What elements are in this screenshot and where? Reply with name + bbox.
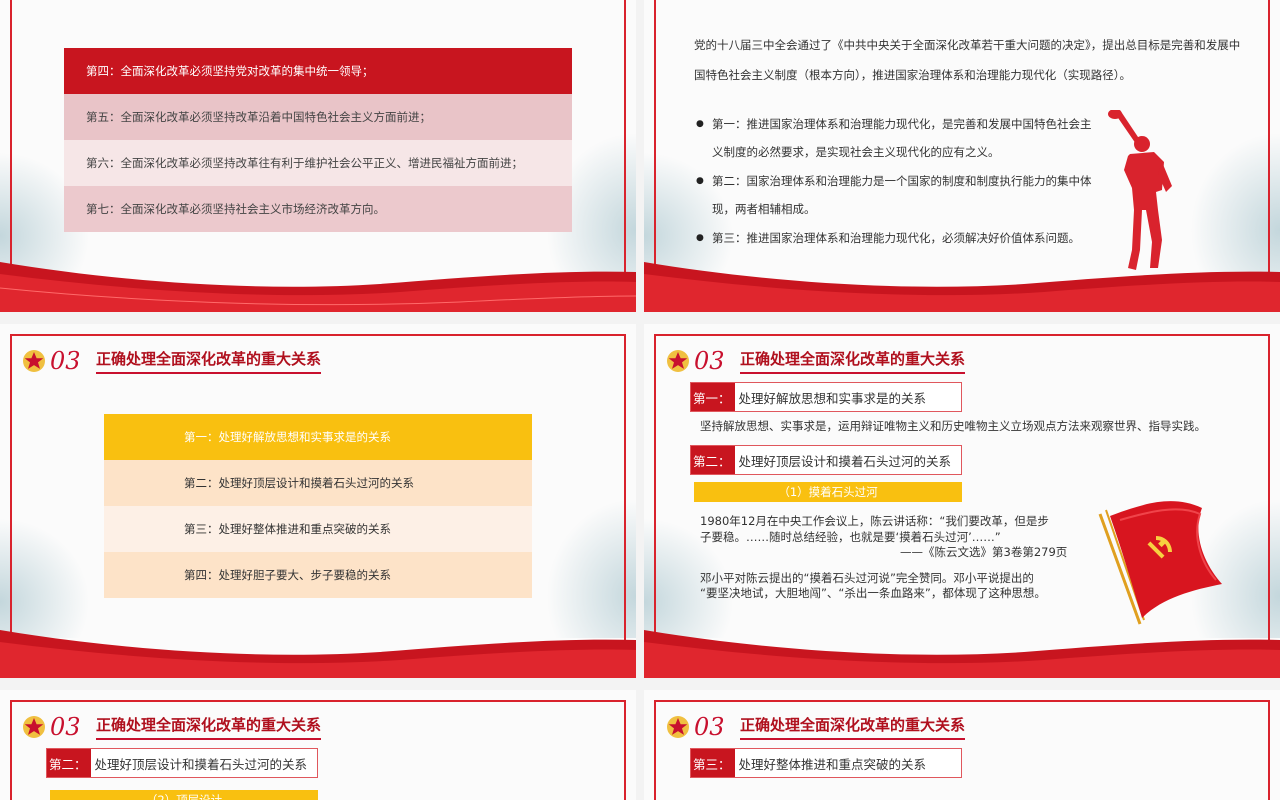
section-number: 03 [50, 347, 81, 375]
relation-box: 第三： 处理好整体推进和重点突破的关系 [690, 748, 962, 778]
relation-box: 第二： 处理好顶层设计和摸着石头过河的关系 [46, 748, 318, 778]
red-ribbon [644, 262, 1280, 312]
relation-tag: 第一： [691, 383, 735, 411]
star-emblem-icon [23, 350, 45, 372]
bullet-item: 第一：推进国家治理体系和治理能力现代化，是完善和发展中国特色社会主义制度的必然要… [696, 110, 1096, 166]
section-header: 03 正确处理全面深化改革的重大关系 [666, 346, 966, 376]
relation-text: 处理好顶层设计和摸着石头过河的关系 [94, 756, 308, 772]
relationship-list: 第一：处理好解放思想和实事求是的关系 第二：处理好顶层设计和摸着石头过河的关系 … [104, 414, 532, 598]
slide-thumbnail-2[interactable]: 党的十八届三中全会通过了《中共中央关于全面深化改革若干重大问题的决定》，提出总目… [644, 0, 1280, 312]
trumpeter-silhouette-icon [1108, 110, 1172, 270]
relation-text: 处理好解放思想和实事求是的关系 [738, 390, 927, 406]
red-ribbon [644, 630, 1280, 678]
explanation-text: 坚持解放思想、实事求是，运用辩证唯物主义和历史唯物主义立场观点方法来观察世界、指… [700, 419, 1206, 433]
relation-tag: 第三： [691, 749, 735, 777]
relation-box-1: 第一： 处理好解放思想和实事求是的关系 [690, 382, 962, 412]
slide-thumbnail-5[interactable]: 03 正确处理全面深化改革的重大关系 第二： 处理好顶层设计和摸着石头过河的关系… [0, 690, 636, 800]
relation-tag: 第二： [691, 446, 735, 474]
section-header: 03 正确处理全面深化改革的重大关系 [22, 346, 322, 376]
list-item: 第三：处理好整体推进和重点突破的关系 [104, 506, 532, 552]
section-title: 正确处理全面深化改革的重大关系 [96, 348, 322, 374]
list-item: 第四：全面深化改革必须坚持党对改革的集中统一领导； [64, 48, 572, 94]
slide-thumbnail-3[interactable]: 03 正确处理全面深化改革的重大关系 第一：处理好解放思想和实事求是的关系 第二… [0, 324, 636, 678]
section-title: 正确处理全面深化改革的重大关系 [740, 348, 966, 374]
bullet-item: 第三：推进国家治理体系和治理能力现代化，必须解决好价值体系问题。 [696, 224, 1096, 252]
section-header: 03 正确处理全面深化改革的重大关系 [666, 712, 966, 742]
subheading-bar: （1）摸着石头过河 [694, 482, 962, 502]
quote-line: 1980年12月在中央工作会议上，陈云讲话称：“我们要改革，但是步 [700, 514, 1049, 528]
red-ribbon [0, 262, 636, 312]
quote-line: 子要稳。……随时总结经验，也就是要‘摸着石头过河’……” [700, 530, 1001, 544]
principle-list: 第四：全面深化改革必须坚持党对改革的集中统一领导； 第五：全面深化改革必须坚持改… [64, 48, 572, 232]
slide-thumbnail-4[interactable]: 03 正确处理全面深化改革的重大关系 第一： 处理好解放思想和实事求是的关系 坚… [644, 324, 1280, 678]
section-title: 正确处理全面深化改革的重大关系 [740, 714, 966, 740]
section-header: 03 正确处理全面深化改革的重大关系 [22, 712, 322, 742]
list-item: 第四：处理好胆子要大、步子要稳的关系 [104, 552, 532, 598]
star-emblem-icon [667, 350, 689, 372]
relation-text: 处理好顶层设计和摸着石头过河的关系 [738, 453, 952, 469]
slide-grid: 第四：全面深化改革必须坚持党对改革的集中统一领导； 第五：全面深化改革必须坚持改… [0, 0, 1280, 800]
deng-text-line: “要坚决地试，大胆地闯”、“杀出一条血路来”，都体现了这种思想。 [700, 586, 1046, 600]
list-item: 第六：全面深化改革必须坚持改革往有利于维护社会公平正义、增进民福祉方面前进； [64, 140, 572, 186]
section-number: 03 [694, 713, 725, 741]
bullet-item: 第二：国家治理体系和治理能力是一个国家的制度和制度执行能力的集中体现，两者相辅相… [696, 167, 1096, 223]
star-emblem-icon [667, 716, 689, 738]
section-number: 03 [50, 713, 81, 741]
relation-tag: 第二： [47, 749, 91, 777]
section-number: 03 [694, 347, 725, 375]
party-flag-icon [1098, 501, 1222, 625]
list-item: 第七：全面深化改革必须坚持社会主义市场经济改革方向。 [64, 186, 572, 232]
relation-box-2: 第二： 处理好顶层设计和摸着石头过河的关系 [690, 445, 962, 475]
slide-thumbnail-1[interactable]: 第四：全面深化改革必须坚持党对改革的集中统一领导； 第五：全面深化改革必须坚持改… [0, 0, 636, 312]
list-item: 第二：处理好顶层设计和摸着石头过河的关系 [104, 460, 532, 506]
slide-thumbnail-6[interactable]: 03 正确处理全面深化改革的重大关系 第三： 处理好整体推进和重点突破的关系 [644, 690, 1280, 800]
list-item: 第五：全面深化改革必须坚持改革沿着中国特色社会主义方面前进； [64, 94, 572, 140]
relation-text: 处理好整体推进和重点突破的关系 [738, 756, 927, 772]
list-item: 第一：处理好解放思想和实事求是的关系 [104, 414, 532, 460]
section-title: 正确处理全面深化改革的重大关系 [96, 714, 322, 740]
intro-paragraph: 党的十八届三中全会通过了《中共中央关于全面深化改革若干重大问题的决定》，提出总目… [694, 38, 1241, 82]
subheading-bar: （2）顶层设计 [50, 790, 318, 800]
quote-source: ——《陈云文选》第3卷第279页 [900, 545, 1068, 559]
deng-text-line: 邓小平对陈云提出的“摸着石头过河说”完全赞同。邓小平说提出的 [700, 571, 1034, 585]
star-emblem-icon [23, 716, 45, 738]
red-ribbon [0, 630, 636, 678]
